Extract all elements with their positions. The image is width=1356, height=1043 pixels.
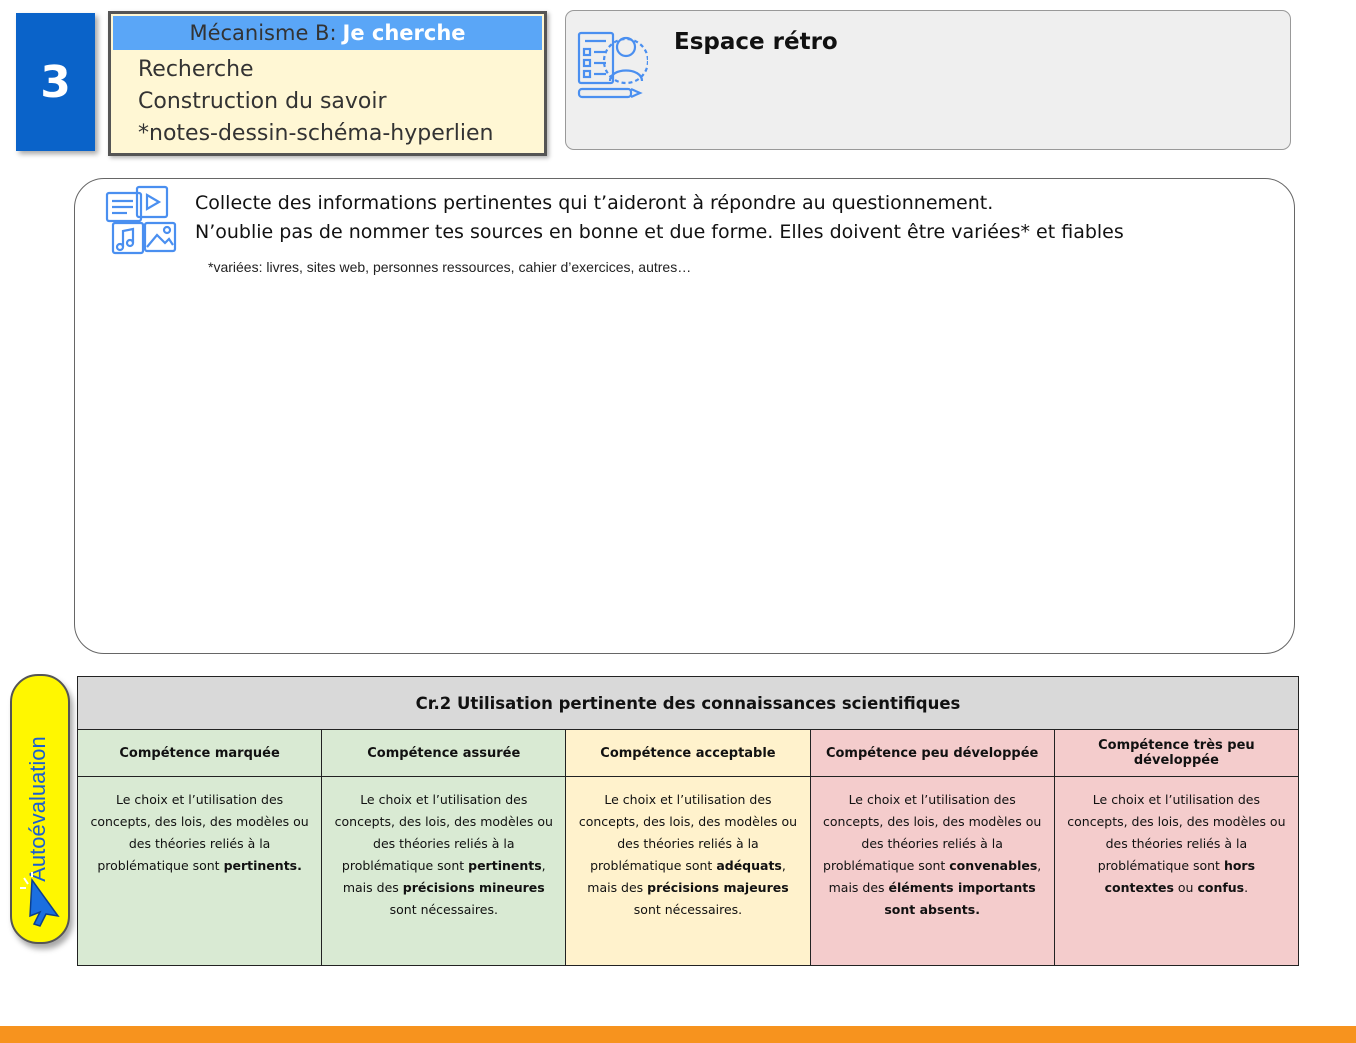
retro-space-box[interactable]: Espace rétro bbox=[565, 10, 1291, 150]
step-number: 3 bbox=[40, 56, 71, 108]
level-tres-peu-developpee-header: Compétence très peu développée bbox=[1053, 729, 1300, 777]
mechanism-line-recherche: Recherche bbox=[138, 57, 254, 82]
footer-orange-bar bbox=[0, 1026, 1356, 1043]
media-collection-icon bbox=[105, 185, 177, 255]
checklist-person-icon bbox=[577, 31, 648, 99]
collect-instruction-line2: N’oublie pas de nommer tes sources en bo… bbox=[195, 221, 1124, 243]
step-number-badge: 3 bbox=[16, 13, 95, 151]
mechanism-box: Mécanisme B: Je cherche Recherche Constr… bbox=[108, 11, 547, 156]
cursor-click-icon bbox=[20, 872, 60, 927]
level-assuree-header: Compétence assurée bbox=[321, 729, 567, 777]
level-acceptable-header: Compétence acceptable bbox=[565, 729, 811, 777]
collect-instruction-line1: Collecte des informations pertinentes qu… bbox=[195, 192, 994, 214]
mechanism-line-notes: *notes-dessin-schéma-hyperlien bbox=[138, 121, 494, 146]
retro-title: Espace rétro bbox=[674, 29, 838, 55]
level-marquee-header: Compétence marquée bbox=[76, 729, 323, 777]
collect-sources-note: *variées: livres, sites web, personnes r… bbox=[208, 259, 692, 275]
level-peu-developpee-description: Le choix et l’utilisation des concepts, … bbox=[809, 776, 1055, 966]
level-acceptable-description: Le choix et l’utilisation des concepts, … bbox=[565, 776, 811, 966]
mechanism-line-construction: Construction du savoir bbox=[138, 89, 387, 114]
level-tres-peu-developpee-description: Le choix et l’utilisation des concepts, … bbox=[1053, 776, 1300, 966]
mechanism-title-highlight: Je cherche bbox=[342, 21, 466, 45]
collect-info-box[interactable]: Collecte des informations pertinentes qu… bbox=[74, 178, 1295, 654]
level-peu-developpee-header: Compétence peu développée bbox=[809, 729, 1055, 777]
level-marquee-description: Le choix et l’utilisation des concepts, … bbox=[76, 776, 323, 966]
mechanism-title: Mécanisme B: Je cherche bbox=[113, 16, 542, 50]
mechanism-title-prefix: Mécanisme B: bbox=[189, 21, 337, 45]
rubric-table: Cr.2 Utilisation pertinente des connaiss… bbox=[76, 676, 1300, 966]
level-assuree-description: Le choix et l’utilisation des concepts, … bbox=[321, 776, 567, 966]
rubric-title: Cr.2 Utilisation pertinente des connaiss… bbox=[77, 676, 1299, 730]
autoevaluation-button[interactable]: Autoévaluation bbox=[10, 674, 70, 944]
